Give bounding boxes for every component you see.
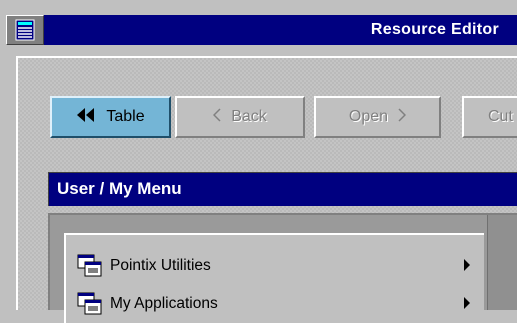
double-chevron-left-icon bbox=[76, 107, 96, 127]
window-stack-icon bbox=[76, 253, 104, 279]
submenu-arrow-icon bbox=[464, 297, 470, 309]
chevron-left-icon bbox=[213, 107, 221, 127]
window-system-icon[interactable] bbox=[6, 15, 44, 45]
menu-side-panel bbox=[487, 215, 517, 310]
open-button[interactable]: Open bbox=[314, 96, 441, 138]
section-header: User / My Menu bbox=[48, 172, 517, 206]
window-title: Resource Editor bbox=[370, 21, 499, 38]
menu-item-my-applications[interactable]: My Applications bbox=[76, 289, 476, 319]
menu-panel: Pointix Utilities My Applications bbox=[48, 213, 517, 323]
back-button-label: Back bbox=[231, 108, 267, 125]
window-stack-icon bbox=[76, 291, 104, 317]
back-button[interactable]: Back bbox=[175, 96, 305, 138]
menu-item-label: My Applications bbox=[110, 295, 218, 312]
cut-button-label: Cut bbox=[488, 108, 513, 125]
table-button[interactable]: Table bbox=[50, 96, 171, 138]
chevron-right-icon bbox=[398, 107, 407, 127]
title-bar[interactable]: Resource Editor bbox=[6, 15, 517, 45]
table-button-label: Table bbox=[106, 108, 145, 125]
open-button-label: Open bbox=[348, 108, 389, 125]
menu-item-pointix-utilities[interactable]: Pointix Utilities bbox=[76, 251, 476, 281]
menu-item-label: Pointix Utilities bbox=[110, 257, 211, 274]
submenu-arrow-icon bbox=[464, 259, 470, 271]
cut-button[interactable]: Cut bbox=[462, 96, 517, 138]
